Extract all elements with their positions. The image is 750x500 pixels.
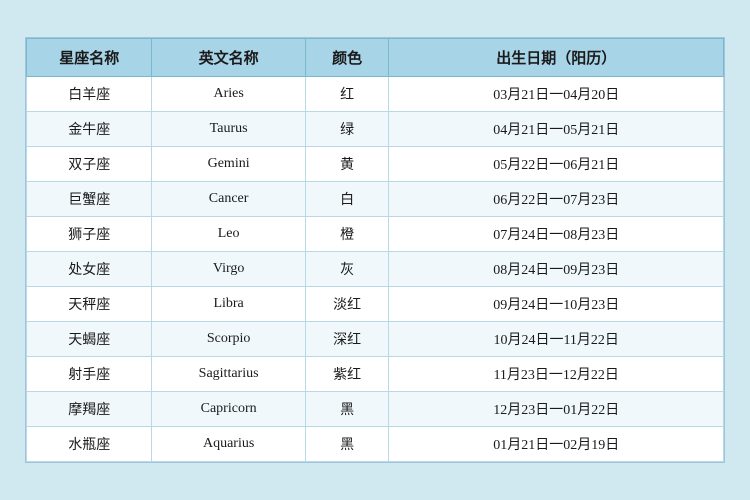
header-date: 出生日期（阳历） bbox=[389, 39, 724, 77]
cell-zh-name: 摩羯座 bbox=[27, 392, 152, 427]
cell-en-name: Taurus bbox=[152, 112, 305, 147]
cell-zh-name: 射手座 bbox=[27, 357, 152, 392]
cell-zh-name: 天秤座 bbox=[27, 287, 152, 322]
header-color: 颜色 bbox=[305, 39, 389, 77]
cell-en-name: Cancer bbox=[152, 182, 305, 217]
cell-zh-name: 水瓶座 bbox=[27, 427, 152, 462]
header-en-name: 英文名称 bbox=[152, 39, 305, 77]
cell-date: 08月24日一09月23日 bbox=[389, 252, 724, 287]
cell-en-name: Aries bbox=[152, 77, 305, 112]
table-row: 摩羯座Capricorn黑12月23日一01月22日 bbox=[27, 392, 724, 427]
cell-en-name: Sagittarius bbox=[152, 357, 305, 392]
cell-en-name: Capricorn bbox=[152, 392, 305, 427]
cell-zh-name: 狮子座 bbox=[27, 217, 152, 252]
cell-date: 01月21日一02月19日 bbox=[389, 427, 724, 462]
cell-color: 橙 bbox=[305, 217, 389, 252]
table-row: 金牛座Taurus绿04月21日一05月21日 bbox=[27, 112, 724, 147]
cell-zh-name: 白羊座 bbox=[27, 77, 152, 112]
cell-date: 09月24日一10月23日 bbox=[389, 287, 724, 322]
table-row: 狮子座Leo橙07月24日一08月23日 bbox=[27, 217, 724, 252]
cell-color: 紫红 bbox=[305, 357, 389, 392]
zodiac-table: 星座名称 英文名称 颜色 出生日期（阳历） 白羊座Aries红03月21日一04… bbox=[26, 38, 724, 462]
cell-date: 12月23日一01月22日 bbox=[389, 392, 724, 427]
table-row: 双子座Gemini黄05月22日一06月21日 bbox=[27, 147, 724, 182]
cell-zh-name: 处女座 bbox=[27, 252, 152, 287]
table-row: 白羊座Aries红03月21日一04月20日 bbox=[27, 77, 724, 112]
cell-color: 绿 bbox=[305, 112, 389, 147]
table-row: 射手座Sagittarius紫红11月23日一12月22日 bbox=[27, 357, 724, 392]
cell-zh-name: 天蝎座 bbox=[27, 322, 152, 357]
cell-zh-name: 金牛座 bbox=[27, 112, 152, 147]
cell-en-name: Leo bbox=[152, 217, 305, 252]
cell-date: 06月22日一07月23日 bbox=[389, 182, 724, 217]
cell-en-name: Scorpio bbox=[152, 322, 305, 357]
cell-en-name: Aquarius bbox=[152, 427, 305, 462]
cell-date: 11月23日一12月22日 bbox=[389, 357, 724, 392]
cell-color: 黑 bbox=[305, 392, 389, 427]
header-zh-name: 星座名称 bbox=[27, 39, 152, 77]
cell-date: 04月21日一05月21日 bbox=[389, 112, 724, 147]
table-row: 天蝎座Scorpio深红10月24日一11月22日 bbox=[27, 322, 724, 357]
cell-color: 红 bbox=[305, 77, 389, 112]
cell-zh-name: 巨蟹座 bbox=[27, 182, 152, 217]
table-row: 天秤座Libra淡红09月24日一10月23日 bbox=[27, 287, 724, 322]
cell-en-name: Libra bbox=[152, 287, 305, 322]
cell-date: 10月24日一11月22日 bbox=[389, 322, 724, 357]
table-row: 处女座Virgo灰08月24日一09月23日 bbox=[27, 252, 724, 287]
cell-color: 灰 bbox=[305, 252, 389, 287]
table-row: 水瓶座Aquarius黑01月21日一02月19日 bbox=[27, 427, 724, 462]
cell-en-name: Gemini bbox=[152, 147, 305, 182]
cell-color: 淡红 bbox=[305, 287, 389, 322]
cell-zh-name: 双子座 bbox=[27, 147, 152, 182]
table-header-row: 星座名称 英文名称 颜色 出生日期（阳历） bbox=[27, 39, 724, 77]
cell-color: 黄 bbox=[305, 147, 389, 182]
cell-color: 黑 bbox=[305, 427, 389, 462]
cell-date: 03月21日一04月20日 bbox=[389, 77, 724, 112]
table-row: 巨蟹座Cancer白06月22日一07月23日 bbox=[27, 182, 724, 217]
cell-color: 深红 bbox=[305, 322, 389, 357]
cell-date: 05月22日一06月21日 bbox=[389, 147, 724, 182]
zodiac-table-container: 星座名称 英文名称 颜色 出生日期（阳历） 白羊座Aries红03月21日一04… bbox=[25, 37, 725, 463]
cell-color: 白 bbox=[305, 182, 389, 217]
cell-date: 07月24日一08月23日 bbox=[389, 217, 724, 252]
cell-en-name: Virgo bbox=[152, 252, 305, 287]
